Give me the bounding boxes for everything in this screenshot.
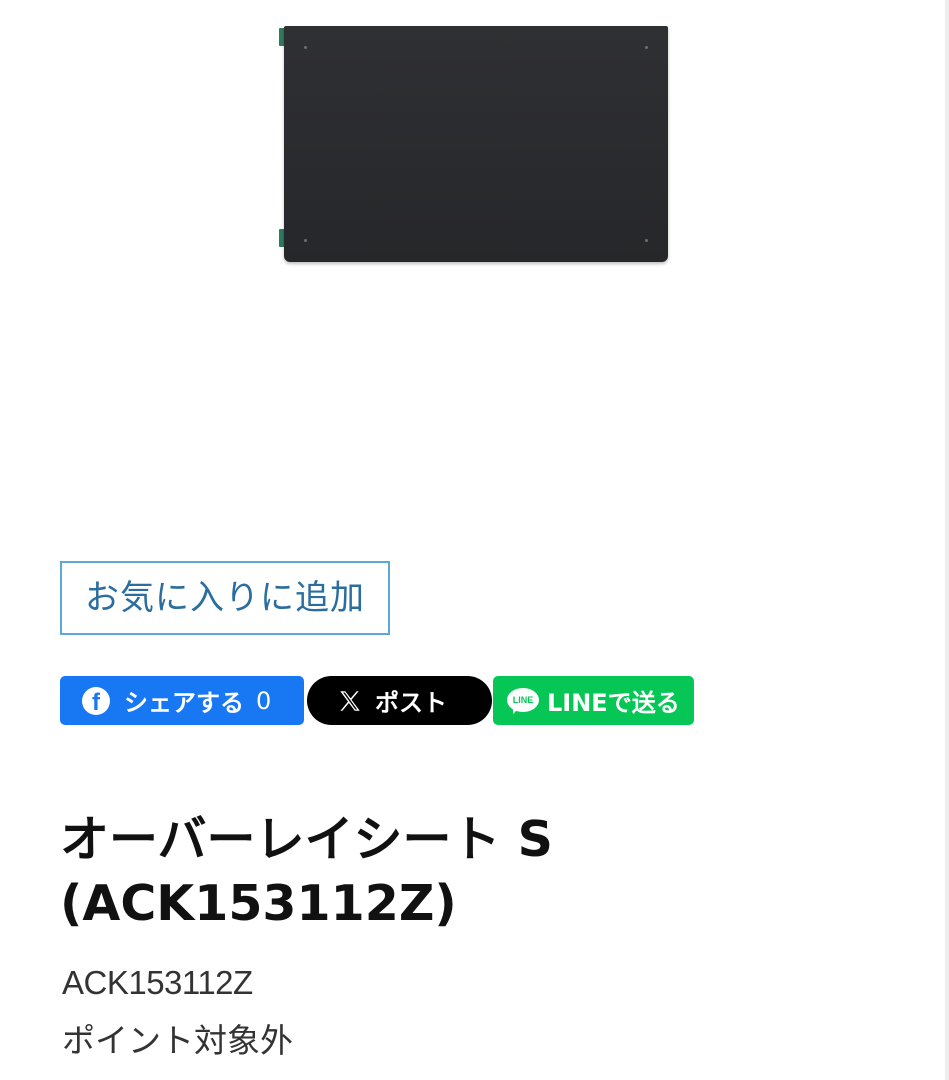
- page-scrollbar-track[interactable]: [945, 0, 949, 1080]
- facebook-share-button[interactable]: f シェアする 0: [60, 676, 304, 725]
- x-post-button[interactable]: ポスト: [307, 676, 492, 725]
- facebook-icon: f: [82, 686, 110, 715]
- sheet-corner-dot: [304, 46, 307, 49]
- line-send-label: LINEで送る: [547, 689, 680, 717]
- line-icon: LINE: [507, 687, 539, 715]
- overlay-sheet-picture: [284, 26, 668, 262]
- x-post-label: ポスト: [375, 689, 447, 717]
- x-logo-icon: [340, 690, 360, 711]
- add-to-favorites-button[interactable]: お気に入りに追加: [60, 561, 390, 635]
- facebook-share-label: シェアする: [124, 689, 244, 717]
- facebook-share-count: 0: [256, 686, 272, 715]
- line-icon-text: LINE: [507, 687, 539, 712]
- sheet-corner-dot: [645, 46, 648, 49]
- line-send-button[interactable]: LINE LINEで送る: [493, 676, 694, 725]
- sheet-corner-dot: [304, 239, 307, 242]
- sheet-corner-dot: [645, 239, 648, 242]
- points-note: ポイント対象外: [62, 1021, 293, 1060]
- product-code: ACK153112Z: [62, 964, 253, 1001]
- product-image: [278, 24, 674, 266]
- product-title: オーバーレイシート S (ACK153112Z): [60, 811, 553, 932]
